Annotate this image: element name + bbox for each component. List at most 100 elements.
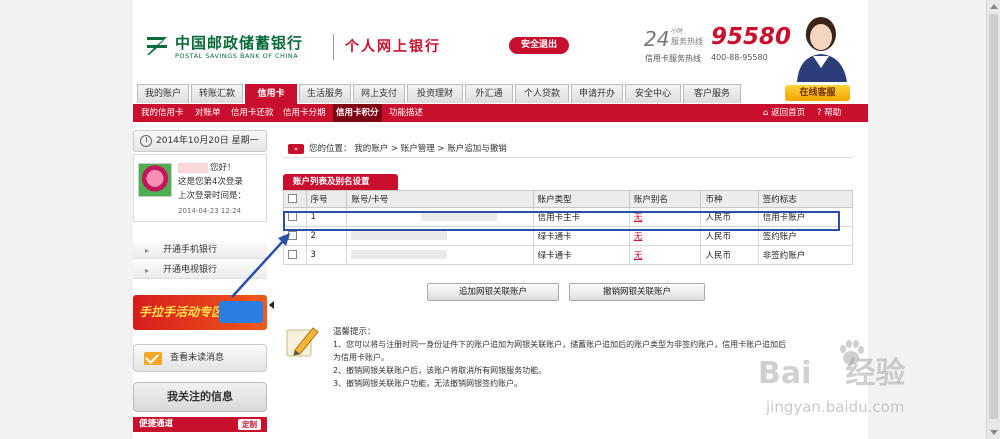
subnav-repayment[interactable]: 信用卡还款 [231,104,274,122]
tab-forex[interactable]: 外汇通 [465,84,513,103]
promo-arrow-icon[interactable] [269,301,274,309]
psbc-logo-icon [147,37,167,55]
row-alias-cell: 无 [628,207,702,227]
row-flag: 信用卡账户 [757,207,854,227]
tab-customer-service[interactable]: 客户服务 [683,84,741,103]
row-account [346,207,534,227]
account-table: 序号 账号/卡号 账户类型 账户别名 币种 签约标志 1 信用卡主卡 无 人民币… [283,190,854,265]
scroll-thumb[interactable] [989,14,998,419]
quick-access-label: 便捷通道 [139,419,174,429]
card-hotline-number: 400-88-95580 [711,53,768,62]
row-select [283,226,307,246]
tab-security-center[interactable]: 安全中心 [625,84,681,103]
greeting: 您好！ [210,163,236,173]
bus-icon [219,301,263,323]
tab-life-services[interactable]: 生活服务 [299,84,351,103]
last-login-label: 上次登录时间是： [178,191,247,201]
subnav-my-credit-card[interactable]: 我的信用卡 [141,104,184,122]
user-info: 您好！ 这是您第4次登录 上次登录时间是： 2014-04-23 12:24 [133,154,267,222]
subnav-description[interactable]: 功能描述 [389,104,423,122]
help-label: 帮助 [824,108,842,118]
header-alias: 账户别名 [628,190,702,208]
header-currency: 币种 [700,190,759,208]
main-nav: 我的账户 转账汇款 信用卡 生活服务 网上支付 投资理财 外汇通 个人贷款 申请… [133,84,868,104]
row-alias-link[interactable]: 无 [634,213,643,223]
tab-apply[interactable]: 申请开办 [571,84,623,103]
remove-linked-account-button[interactable]: 撤销网银关联账户 [569,283,705,301]
watermark-logo-text: Bai [758,356,812,391]
main-content: » 您的位置： 我的账户 > 账户管理 > 账户追加与撤销 账户列表及别名设置 … [283,130,854,439]
help-link[interactable]: ? 帮助 [817,104,841,122]
promo-banner[interactable]: 手拉手活动专区 [133,295,267,330]
scroll-up-icon[interactable] [990,4,998,9]
tab-investment[interactable]: 投资理财 [407,84,463,103]
row-alias-link[interactable]: 无 [634,232,643,242]
tab-my-account[interactable]: 我的账户 [137,84,189,103]
mail-icon [144,352,162,365]
row-account [346,226,534,246]
open-tv-banking-link[interactable]: 开通电视银行 [133,262,267,279]
bank-name-en: POSTAL SAVINGS BANK OF CHINA [175,52,299,60]
back-home-link[interactable]: ⌂ 返回首页 [763,104,805,122]
table-row: 1 信用卡主卡 无 人民币 信用卡账户 [283,207,854,227]
masked-username [178,162,208,173]
scroll-down-icon[interactable] [990,430,998,435]
hotline-label: 服务热线 [671,37,703,46]
watermark-logo: Bai 经验 [758,348,905,392]
vertical-scrollbar[interactable] [986,0,1000,439]
row-checkbox[interactable] [288,212,297,221]
tab-personal-loan[interactable]: 个人贷款 [515,84,569,103]
my-focus-button[interactable]: 我关注的信息 [133,382,267,412]
tab-online-payment[interactable]: 网上支付 [353,84,405,103]
row-no: 1 [305,207,348,227]
subnav-points[interactable]: 信用卡积分 [333,104,382,122]
tips-title: 温馨提示： [333,327,376,337]
header-account: 账号/卡号 [346,190,534,208]
logo-divider [333,34,334,60]
hotline-24: 24 [644,27,670,51]
masked-card-number [421,212,498,221]
section-tab[interactable]: 账户列表及别名设置 [283,174,398,190]
location-icon: » [288,144,304,154]
unread-messages-button[interactable]: 查看未读消息 [133,344,267,372]
header-flag: 签约标志 [757,190,854,208]
row-select [283,207,307,227]
select-all-checkbox[interactable] [288,194,297,203]
subnav-statement[interactable]: 对账单 [195,104,221,122]
header-no: 序号 [305,190,348,208]
row-flag: 签约账户 [757,226,854,246]
add-linked-account-button[interactable]: 追加网银关联账户 [427,283,559,301]
masked-card-number [351,231,448,240]
login-count: 这是您第4次登录 [178,177,243,187]
row-checkbox[interactable] [288,250,297,259]
customize-button[interactable]: 定制 [238,419,261,430]
table-header: 序号 账号/卡号 账户类型 账户别名 币种 签约标志 [283,190,854,208]
clock-icon [140,135,152,147]
row-checkbox[interactable] [288,231,297,240]
open-mobile-banking-link[interactable]: 开通手机银行 [133,242,267,259]
row-select [283,245,307,265]
back-home-label: 返回首页 [771,108,806,118]
header: 中国邮政储蓄银行 POSTAL SAVINGS BANK OF CHINA 个人… [133,0,868,82]
help-icon: ? [817,108,822,118]
watermark-url: jingyan.baidu.com [766,398,905,416]
online-service-button[interactable]: 在线客服 [785,85,850,101]
header-select [283,190,307,208]
unread-label: 查看未读消息 [170,353,225,363]
row-type: 绿卡通卡 [532,226,630,246]
row-account [346,245,534,265]
greeting-line: 您好！ [178,161,236,173]
subnav-installment[interactable]: 信用卡分期 [283,104,326,122]
row-alias-link[interactable]: 无 [634,251,643,261]
avatar [138,163,172,197]
hotline-hours: 小时 [671,28,684,35]
breadcrumb: » 您的位置： 我的账户 > 账户管理 > 账户追加与撤销 [283,142,853,158]
tab-credit-card[interactable]: 信用卡 [245,84,297,104]
tab-transfer[interactable]: 转账汇款 [191,84,243,103]
header-type: 账户类型 [532,190,630,208]
baidu-paw-icon [840,340,864,365]
masked-card-number [351,250,448,259]
row-type: 绿卡通卡 [532,245,630,265]
logout-button[interactable]: 安全退出 [509,37,569,54]
table-row: 3 绿卡通卡 无 人民币 非签约账户 [283,245,854,265]
